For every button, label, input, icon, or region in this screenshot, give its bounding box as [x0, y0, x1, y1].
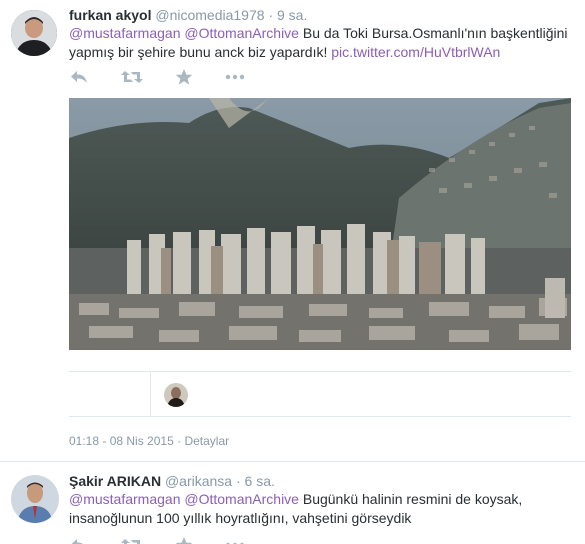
author-name[interactable]: Şakir ARIKAN: [69, 473, 161, 489]
tweet-text: @mustafarmagan @OttomanArchive Bugünkü h…: [69, 490, 574, 528]
tweet-actions: [69, 536, 269, 544]
favorite-icon[interactable]: [175, 536, 199, 544]
tweet-text-part: Bugünkü halinin resmini de koysak,: [298, 491, 523, 507]
reply-icon[interactable]: [69, 68, 93, 88]
reply-icon[interactable]: [69, 536, 93, 544]
separator: ·: [235, 473, 241, 489]
tweet-text-part: yapmış bir şehire bunu anck biz yapardık…: [69, 44, 332, 60]
divider: [150, 371, 151, 416]
details-link[interactable]: Detaylar: [184, 434, 229, 448]
tweet-meta: 01:18 - 08 Nis 2015 · Detaylar: [69, 434, 229, 448]
avatar[interactable]: [11, 475, 59, 523]
more-icon[interactable]: [225, 536, 249, 544]
divider: [69, 416, 571, 417]
retweet-icon[interactable]: [121, 68, 145, 88]
tweet-header: furkan akyol @nicomedia1978 · 9 sa.: [69, 7, 307, 23]
mention-link[interactable]: @mustafarmagan: [69, 25, 180, 41]
media-link[interactable]: pic.twitter.com/HuVtbrlWAn: [331, 44, 500, 60]
tweet-header: Şakir ARIKAN @arikansa · 6 sa.: [69, 473, 275, 489]
separator: ·: [268, 7, 274, 23]
more-icon[interactable]: [225, 68, 249, 88]
avatar[interactable]: [164, 383, 188, 407]
separator: ·: [177, 434, 182, 448]
tweet-actions: [69, 68, 269, 88]
tweet-photo[interactable]: [69, 98, 571, 350]
mention-link[interactable]: @OttomanArchive: [184, 491, 299, 507]
mention-link[interactable]: @OttomanArchive: [184, 25, 299, 41]
divider: [69, 371, 571, 372]
timestamp[interactable]: 6 sa.: [245, 473, 275, 489]
author-handle[interactable]: @arikansa: [165, 473, 232, 489]
tweet-text: @mustafarmagan @OttomanArchive Bu da Tok…: [69, 24, 574, 62]
tweet-text-part: Bu da Toki Bursa.Osmanlı'nın başkentliği…: [298, 25, 568, 41]
avatar[interactable]: [11, 10, 57, 56]
author-name[interactable]: furkan akyol: [69, 7, 151, 23]
mention-link[interactable]: @mustafarmagan: [69, 491, 180, 507]
author-handle[interactable]: @nicomedia1978: [155, 7, 264, 23]
tweet-separator-line: [0, 461, 585, 462]
timestamp[interactable]: 9 sa.: [277, 7, 307, 23]
tweet-datetime[interactable]: 01:18 - 08 Nis 2015: [69, 434, 174, 448]
retweet-icon[interactable]: [121, 536, 145, 544]
favorite-icon[interactable]: [175, 68, 199, 88]
tweet-text-part: insanoğlunun 100 yıllık hoyratlığını, va…: [69, 510, 412, 526]
